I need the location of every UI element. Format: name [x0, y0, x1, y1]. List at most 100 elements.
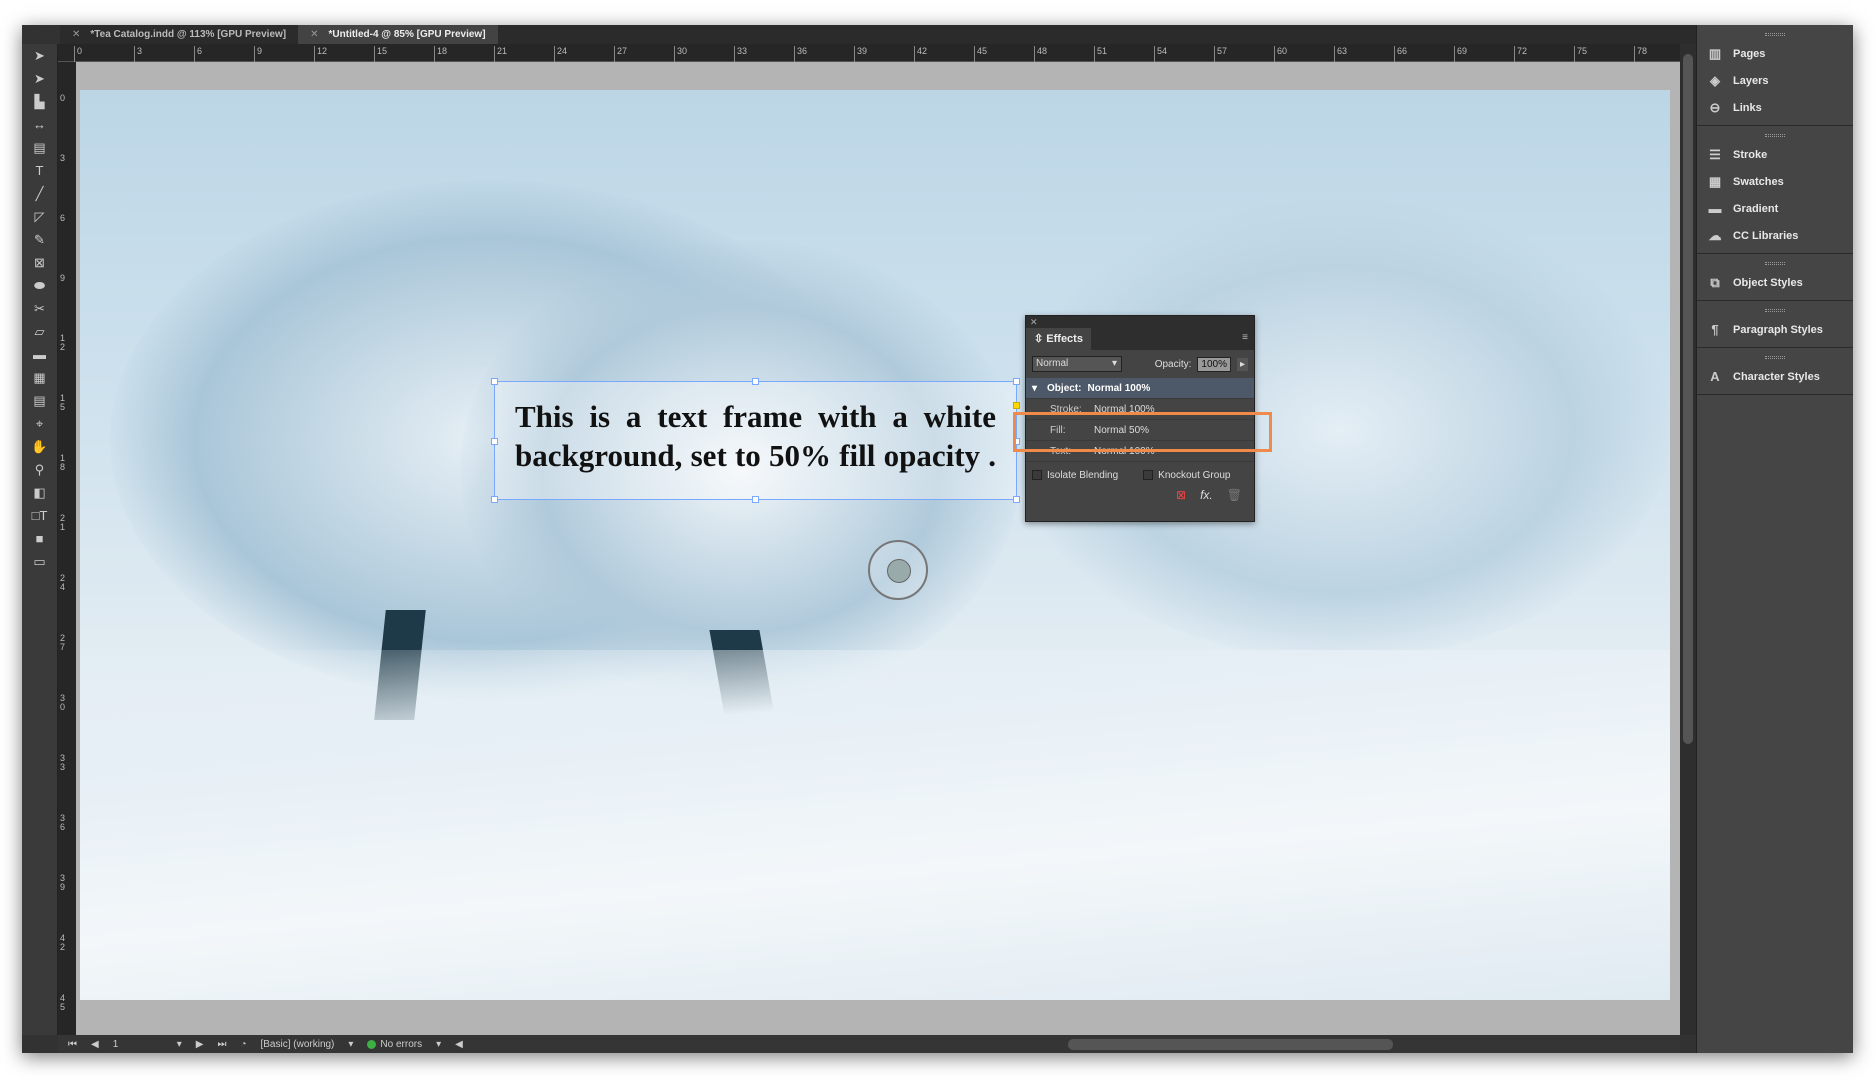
clear-effects-icon[interactable]: ⊠ [1176, 488, 1186, 502]
hand-tool-icon[interactable]: ✋ [22, 435, 57, 458]
grip-handle[interactable] [1765, 33, 1785, 36]
panel-layers[interactable]: ◈ Layers [1697, 67, 1853, 94]
next-page-icon[interactable]: ▶ [196, 1039, 204, 1050]
knockout-group-checkbox[interactable] [1143, 470, 1154, 480]
ruler-tick-label: 36 [60, 813, 66, 832]
resize-handle[interactable] [491, 496, 498, 503]
text-frame-content[interactable]: This is a text frame with a white backgr… [515, 397, 996, 475]
panel-group: ¶ Paragraph Styles [1697, 301, 1853, 348]
resize-handle[interactable] [752, 378, 759, 385]
panel-cc-libraries[interactable]: ☁ CC Libraries [1697, 222, 1853, 249]
resize-handle[interactable] [491, 378, 498, 385]
panel-gradient[interactable]: ▬ Gradient [1697, 195, 1853, 222]
text-frame[interactable]: This is a text frame with a white backgr… [491, 378, 1020, 503]
screen-mode-icon[interactable]: ▭ [22, 550, 57, 573]
fill-stroke-icon[interactable]: ◧ [22, 481, 57, 504]
chevron-down-icon[interactable]: ▾ [436, 1039, 441, 1050]
scroll-thumb[interactable] [1683, 54, 1693, 744]
resize-handle[interactable] [752, 496, 759, 503]
fx-icon[interactable]: fx. [1200, 488, 1213, 502]
panel-group: ☰ Stroke ▦ Swatches ▬ Gradient ☁ CC Libraries [1697, 126, 1853, 254]
tab-untitled-4[interactable]: ✕ *Untitled-4 @ 85% [GPU Preview] [298, 25, 498, 44]
disclosure-triangle-icon[interactable]: ▾ [1032, 383, 1037, 394]
panel-label: Links [1733, 101, 1762, 114]
scroll-left-icon[interactable]: ◀ [455, 1039, 463, 1050]
panel-character-styles[interactable]: A Character Styles [1697, 363, 1853, 390]
close-icon[interactable]: ✕ [1030, 317, 1038, 327]
chevron-down-icon[interactable]: ▾ [177, 1039, 182, 1050]
blend-mode-dropdown[interactable]: Normal ▾ [1032, 356, 1122, 372]
panel-swatches[interactable]: ▦ Swatches [1697, 168, 1853, 195]
ruler-tick-label: 45 [60, 993, 66, 1012]
panel-pages[interactable]: ▥ Pages [1697, 40, 1853, 67]
content-collector-icon[interactable]: ▤ [22, 136, 57, 159]
pen-tool-icon[interactable]: ◸ [22, 205, 57, 228]
ruler-tick-label: 24 [60, 573, 66, 592]
panel-label: Object Styles [1733, 276, 1803, 289]
page-tool-icon[interactable]: ▙ [22, 90, 57, 113]
line-tool-icon[interactable]: ╱ [22, 182, 57, 205]
panel-links[interactable]: ⊖ Links [1697, 94, 1853, 121]
gradient-feather-tool-icon[interactable]: ▦ [22, 366, 57, 389]
panel-label: Swatches [1733, 175, 1784, 188]
ellipse-tool-icon[interactable]: ⬬ [22, 274, 57, 297]
panel-paragraph-styles[interactable]: ¶ Paragraph Styles [1697, 316, 1853, 343]
vertical-scrollbar[interactable] [1680, 44, 1696, 1035]
content-grabber-icon[interactable] [868, 540, 928, 600]
resize-handle[interactable] [1013, 496, 1020, 503]
selection-tool-icon[interactable]: ➤ [22, 44, 57, 67]
chevron-down-icon[interactable]: ▾ [348, 1039, 353, 1050]
note-tool-icon[interactable]: ▤ [22, 389, 57, 412]
first-page-icon[interactable]: ⏮ [68, 1039, 77, 1050]
grip-handle[interactable] [1765, 134, 1785, 137]
eyedropper-tool-icon[interactable]: ⌖ [22, 412, 57, 435]
preflight-profile[interactable]: [Basic] (working) [260, 1039, 334, 1050]
effects-object-row[interactable]: ▾ Object: Normal 100% [1026, 378, 1254, 399]
resize-handle[interactable] [1013, 378, 1020, 385]
ruler-tick-label: 30 [60, 693, 66, 712]
winter-photo [80, 90, 1670, 1000]
grip-handle[interactable] [1765, 356, 1785, 359]
opacity-slider-arrow-icon[interactable]: ▸ [1236, 357, 1248, 371]
horizontal-scroll-thumb[interactable] [1068, 1039, 1393, 1050]
ruler-tick-label: 3 [60, 153, 66, 163]
panel-label: Gradient [1733, 202, 1779, 215]
isolate-blending-checkbox[interactable] [1032, 470, 1042, 480]
type-tool-icon[interactable]: T [22, 159, 57, 182]
ruler-tick-label: 27 [60, 633, 66, 652]
panel-stroke[interactable]: ☰ Stroke [1697, 141, 1853, 168]
page-number-field[interactable]: 1 [113, 1039, 163, 1050]
trash-icon[interactable]: 🗑 [1227, 488, 1242, 502]
swatches-icon: ▦ [1708, 173, 1722, 189]
panel-group: ⧉ Object Styles [1697, 254, 1853, 301]
panel-object-styles[interactable]: ⧉ Object Styles [1697, 269, 1853, 296]
ruler-tick-label: 21 [60, 513, 66, 532]
pencil-tool-icon[interactable]: ✎ [22, 228, 57, 251]
scissors-tool-icon[interactable]: ✂ [22, 297, 57, 320]
tab-tea-catalog[interactable]: ✕ *Tea Catalog.indd @ 113% [GPU Preview] [60, 25, 298, 44]
close-icon[interactable]: ✕ [310, 25, 318, 44]
panel-menu-icon[interactable]: ≡ [1236, 328, 1254, 350]
gap-tool-icon[interactable]: ↔ [22, 113, 57, 136]
close-icon[interactable]: ✕ [72, 25, 80, 44]
paragraph-styles-icon: ¶ [1711, 322, 1719, 337]
ruler-tick-label: 63 [1334, 46, 1347, 62]
prev-page-icon[interactable]: ◀ [91, 1039, 99, 1050]
grip-handle[interactable] [1765, 262, 1785, 265]
open-page-icon[interactable]: ◔ [240, 1039, 246, 1050]
grip-handle[interactable] [1765, 309, 1785, 312]
view-mode-icon[interactable]: ■ [22, 527, 57, 550]
gradient-tool-icon[interactable]: ▬ [22, 343, 57, 366]
last-page-icon[interactable]: ⏭ [217, 1039, 226, 1050]
rectangle-frame-tool-icon[interactable]: ⊠ [22, 251, 57, 274]
direct-selection-tool-icon[interactable]: ➤ [22, 67, 57, 90]
free-transform-tool-icon[interactable]: ▱ [22, 320, 57, 343]
opacity-field[interactable]: 100% [1197, 356, 1231, 372]
resize-handle[interactable] [491, 438, 498, 445]
ruler-tick-label: 9 [254, 46, 262, 62]
tab-effects[interactable]: ⇳ Effects [1026, 328, 1091, 350]
ruler-tick-label: 0 [60, 93, 66, 103]
zoom-tool-icon[interactable]: ⚲ [22, 458, 57, 481]
out-port-handle[interactable] [1013, 402, 1020, 409]
formatting-container-icon[interactable]: □T [22, 504, 57, 527]
